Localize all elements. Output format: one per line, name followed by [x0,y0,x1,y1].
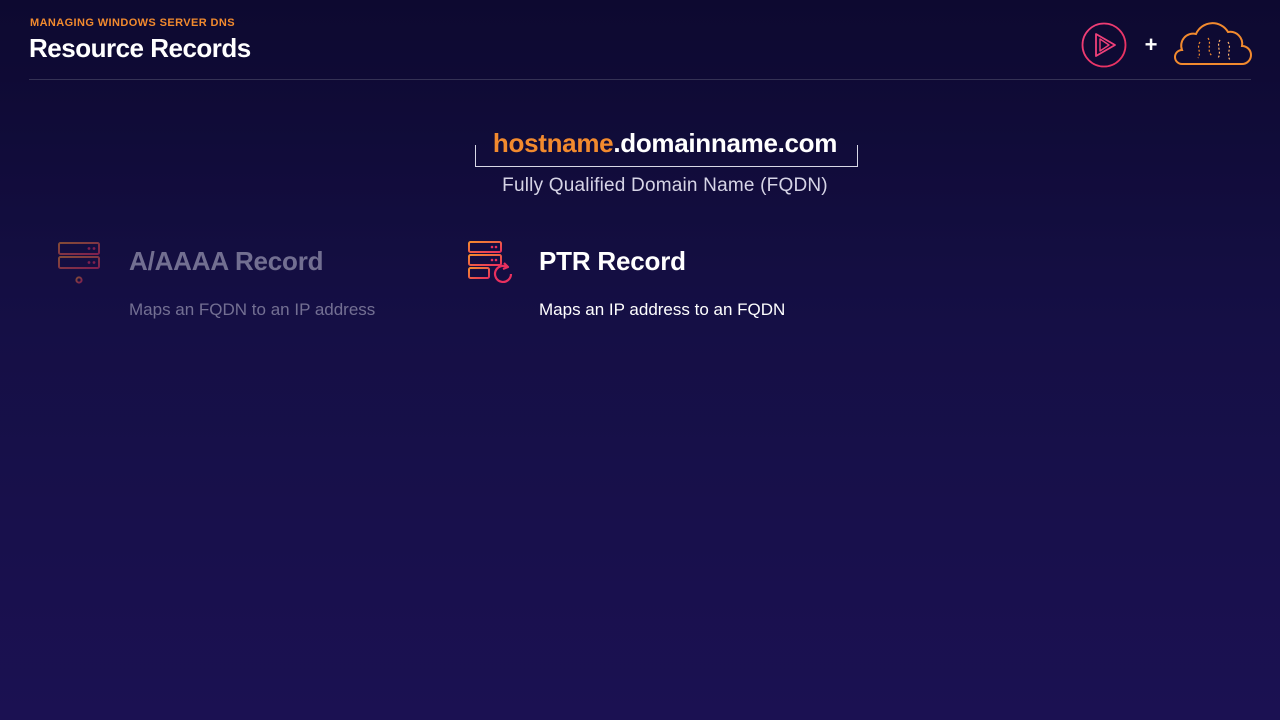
server-refresh-icon [468,241,513,283]
fqdn-bracket [475,145,858,167]
header-divider [29,79,1251,80]
record-description: Maps an IP address to an FQDN [539,300,786,319]
plus-sign: + [1144,32,1158,57]
fqdn-caption: Fully Qualified Domain Name (FQDN) [502,175,828,196]
course-eyebrow: MANAGING WINDOWS SERVER DNS [30,17,235,29]
record-name: A/AAAA Record [129,246,324,276]
server-icon [58,242,100,284]
record-description: Maps an FQDN to an IP address [129,300,376,319]
record-name: PTR Record [539,246,686,276]
play-logo-icon [1081,22,1127,68]
slide-title: Resource Records [29,33,251,63]
cloud-logo-icon [1174,22,1252,65]
